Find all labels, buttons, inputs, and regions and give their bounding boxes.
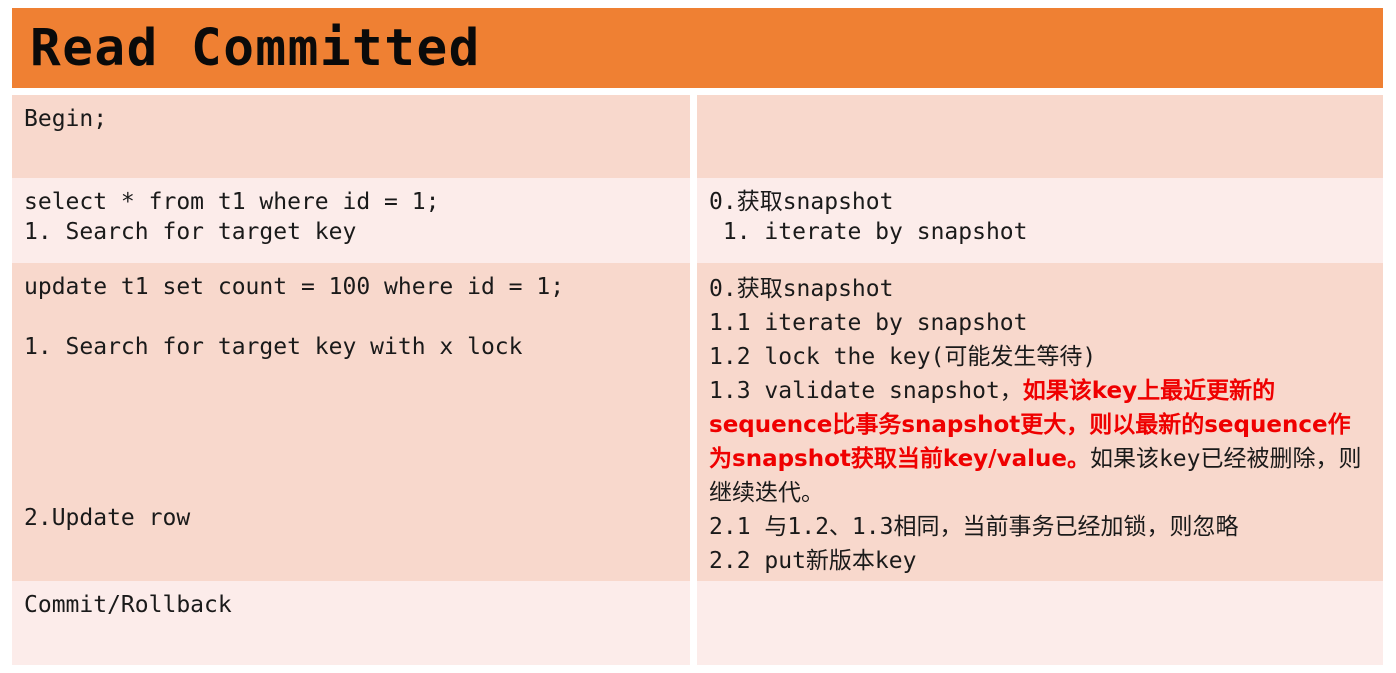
begin-statement: Begin; <box>24 106 108 132</box>
title-banner: Read Committed <box>12 8 1383 88</box>
cell-select-left: select * from t1 where id = 1; 1. Search… <box>12 178 690 263</box>
cell-update-right: 0.获取snapshot 1.1 iterate by snapshot 1.2… <box>697 263 1383 581</box>
slide-root: Read Committed Begin; select * from t1 w… <box>0 0 1396 673</box>
page-title: Read Committed <box>30 18 481 78</box>
update-step-1: 1. Search for target key with x lock <box>24 334 523 360</box>
select-snapshot-step-1: 1. iterate by snapshot <box>709 219 1028 245</box>
select-statement: select * from t1 where id = 1; <box>24 189 440 215</box>
cell-select-right: 0.获取snapshot 1. iterate by snapshot <box>697 178 1383 263</box>
cell-commit-right <box>697 581 1383 665</box>
select-step-1: 1. Search for target key <box>24 219 357 245</box>
update-snapshot-step-1-1: 1.1 iterate by snapshot <box>709 310 1028 336</box>
update-snapshot-step-0: 0.获取snapshot <box>709 276 894 302</box>
update-snapshot-step-2-1: 2.1 与1.2、1.3相同，当前事务已经加锁，则忽略 <box>709 514 1239 540</box>
select-snapshot-step-0: 0.获取snapshot <box>709 189 894 215</box>
commit-statement: Commit/Rollback <box>24 592 232 618</box>
table-row: Commit/Rollback <box>12 581 1383 665</box>
update-snapshot-step-1-2: 1.2 lock the key(可能发生等待) <box>709 344 1097 370</box>
cell-begin-left: Begin; <box>12 95 690 178</box>
update-step-2: 2.Update row <box>24 505 191 531</box>
table-row: Begin; <box>12 95 1383 178</box>
cell-update-left: update t1 set count = 100 where id = 1; … <box>12 263 690 581</box>
table-row: update t1 set count = 100 where id = 1; … <box>12 263 1383 581</box>
update-snapshot-step-1-3: 1.3 validate snapshot，如果该key上最近更新的sequen… <box>709 374 1373 510</box>
cell-commit-left: Commit/Rollback <box>12 581 690 665</box>
update-snapshot-step-2-2: 2.2 put新版本key <box>709 548 917 574</box>
validate-prefix-text: 1.3 validate snapshot， <box>709 378 1023 404</box>
update-statement: update t1 set count = 100 where id = 1; <box>24 274 565 300</box>
table-row: select * from t1 where id = 1; 1. Search… <box>12 178 1383 263</box>
transaction-table: Begin; select * from t1 where id = 1; 1.… <box>12 95 1383 665</box>
cell-begin-right <box>697 95 1383 178</box>
